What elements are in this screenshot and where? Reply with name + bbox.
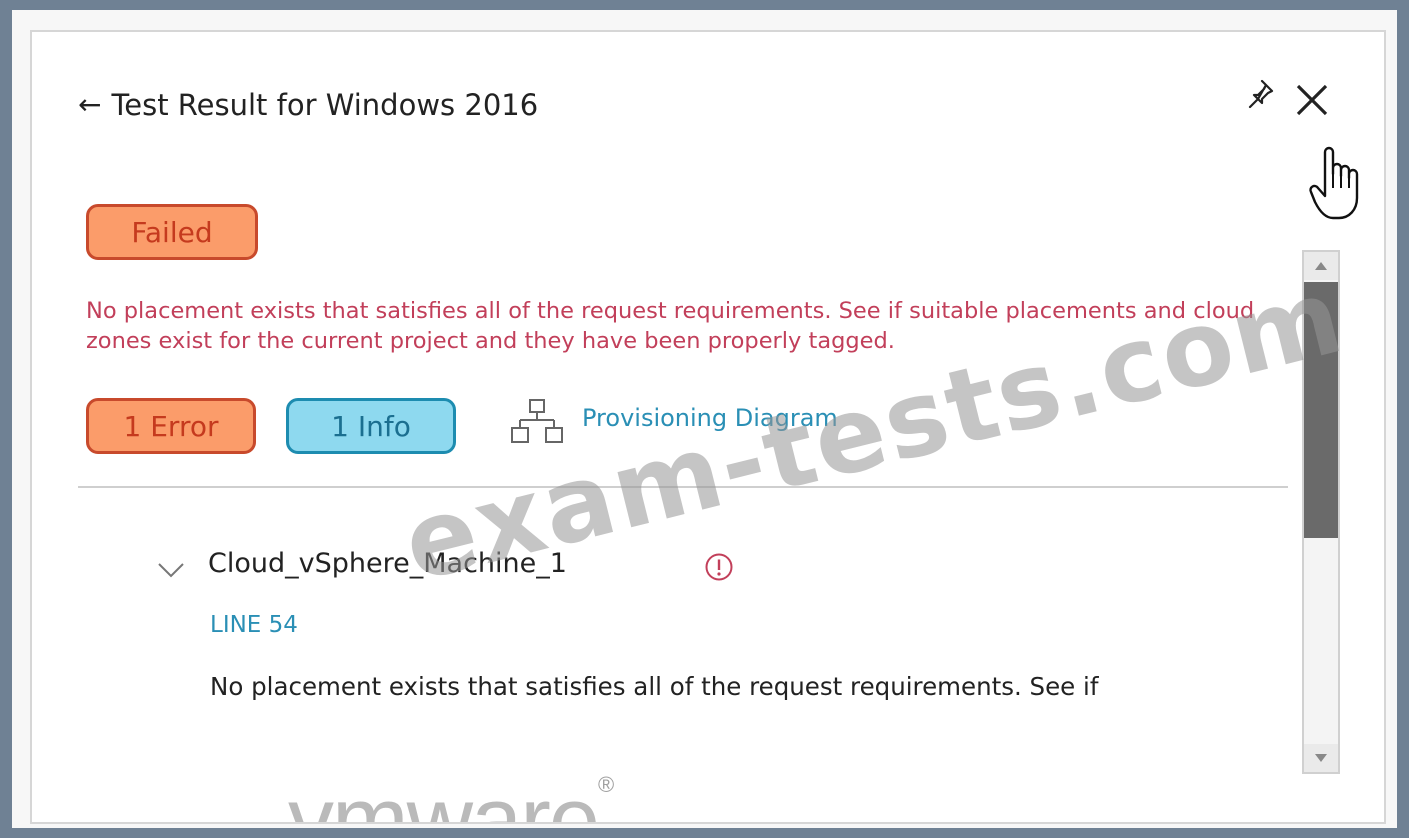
scroll-down-button[interactable] <box>1304 744 1338 772</box>
status-badge-label: Failed <box>131 215 213 249</box>
arrow-left-icon[interactable]: ← <box>78 91 101 119</box>
vmware-logo-text: vmware <box>288 769 600 824</box>
chevron-down-icon[interactable] <box>156 560 186 580</box>
error-count-button[interactable]: 1 Error <box>86 398 256 454</box>
triangle-down-icon <box>1315 754 1327 762</box>
line-number-link[interactable]: LINE 54 <box>210 612 298 638</box>
status-badge: Failed <box>86 204 258 260</box>
page-title: Test Result for Windows 2016 <box>111 88 539 122</box>
registered-mark: ® <box>598 772 614 797</box>
diagram-icon[interactable] <box>510 398 566 446</box>
test-result-panel: ← Test Result for Windows 2016 Failed No… <box>30 30 1386 824</box>
alert-circle-icon <box>705 553 733 581</box>
info-count-button[interactable]: 1 Info <box>286 398 456 454</box>
close-icon[interactable] <box>1292 80 1332 120</box>
info-count-label: 1 Info <box>331 409 411 443</box>
result-detail: No placement exists that satisfies all o… <box>210 672 1099 701</box>
vmware-logo: vmware® <box>288 772 614 823</box>
error-count-label: 1 Error <box>123 409 219 443</box>
panel-header: ← Test Result for Windows 2016 <box>78 88 538 122</box>
hand-cursor-icon <box>1309 146 1359 220</box>
pin-icon[interactable] <box>1244 77 1276 109</box>
